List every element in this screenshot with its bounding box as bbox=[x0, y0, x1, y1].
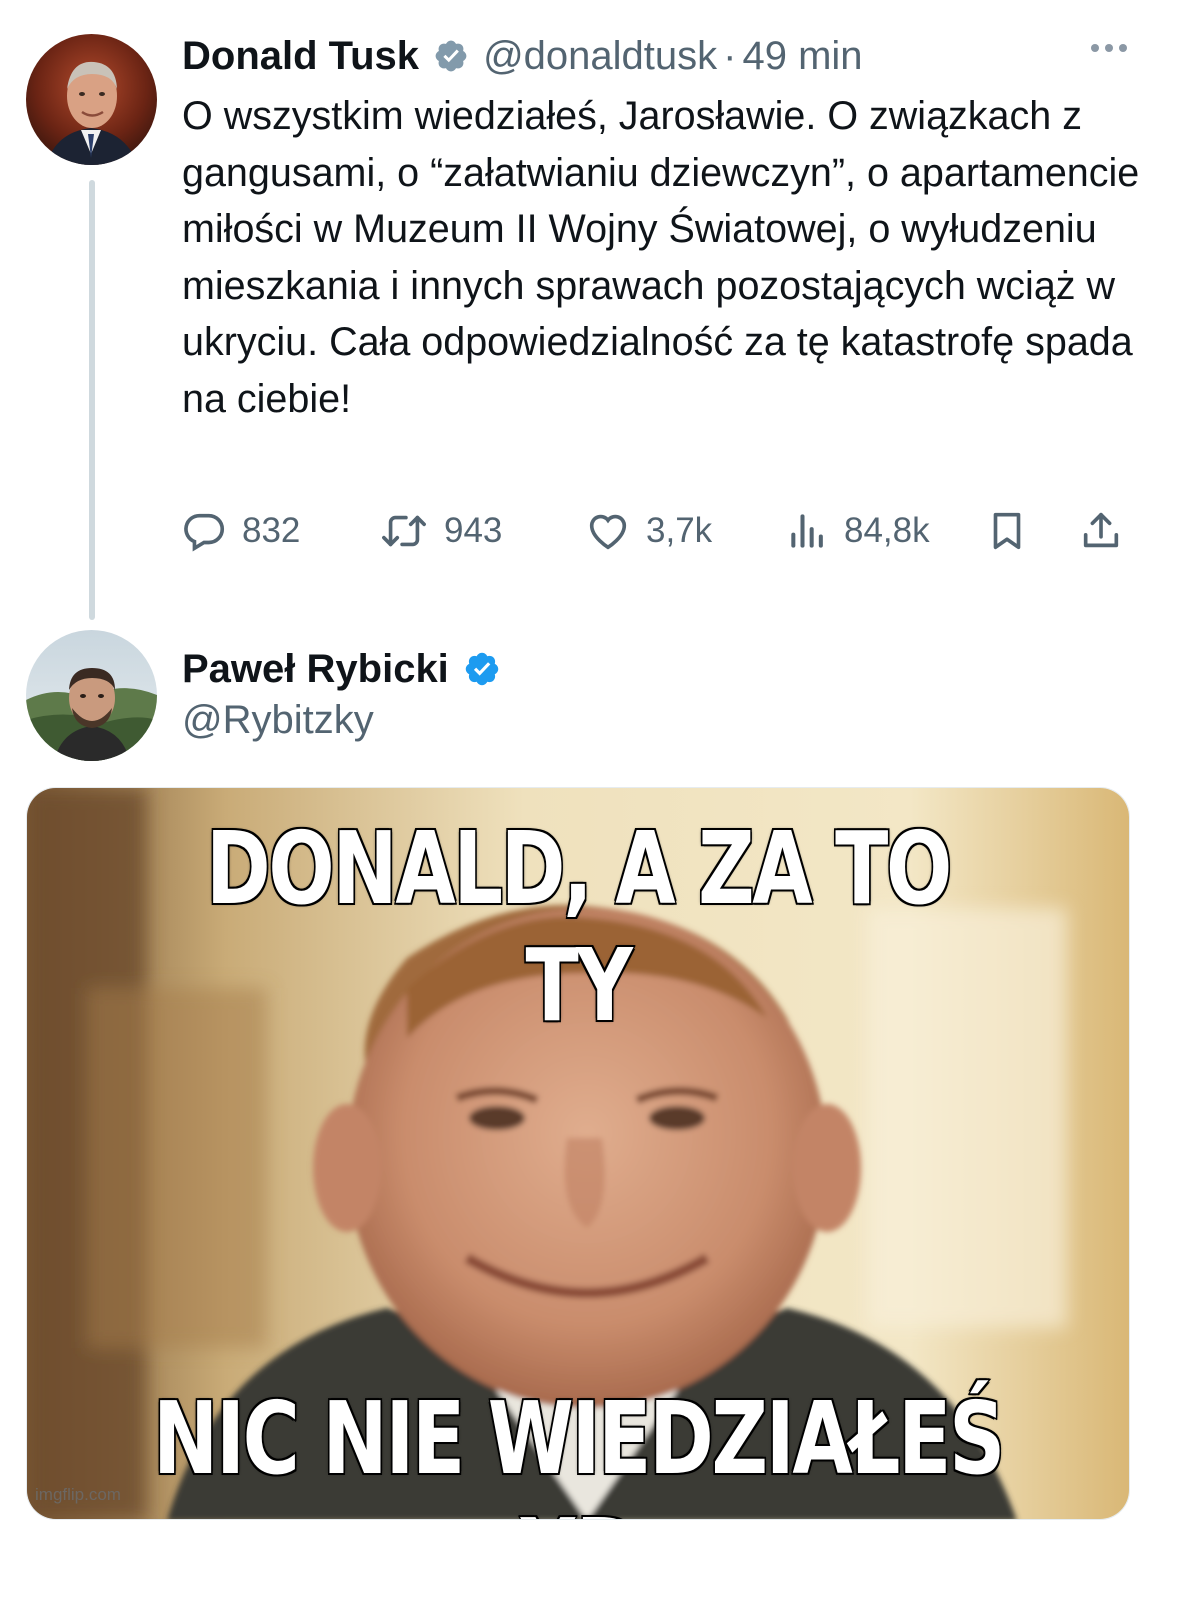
views-button[interactable]: 84,8k bbox=[786, 505, 930, 557]
meme-bottom-caption: NIC NIE WIEDZIAŁEŚ XD bbox=[152, 1379, 1007, 1520]
meme-image[interactable]: DONALD, A ZA TO TY NIC NIE WIEDZIAŁEŚ XD… bbox=[26, 787, 1130, 1520]
avatar-donald-tusk[interactable] bbox=[26, 34, 157, 165]
verified-icon[interactable] bbox=[433, 38, 469, 74]
tweet2-author-name-row: Paweł Rybicki bbox=[182, 642, 501, 696]
reply-count: 832 bbox=[242, 511, 301, 550]
author-handle[interactable]: @Rybitzky bbox=[182, 698, 374, 743]
share-button[interactable] bbox=[1078, 505, 1138, 557]
author-name[interactable]: Donald Tusk bbox=[182, 34, 419, 79]
author-name[interactable]: Paweł Rybicki bbox=[182, 647, 449, 692]
repost-button[interactable]: 943 bbox=[378, 505, 502, 557]
tweet1-text: O wszystkim wiedziałeś, Jarosławie. O zw… bbox=[182, 94, 1140, 421]
like-count: 3,7k bbox=[646, 511, 713, 550]
meme-top-caption: DONALD, A ZA TO TY bbox=[205, 809, 954, 1046]
tweet1-actions: 832 943 3,7k 84,8k bbox=[182, 505, 1132, 557]
verified-icon[interactable] bbox=[463, 650, 501, 688]
share-icon bbox=[1078, 508, 1124, 554]
bookmark-icon bbox=[984, 508, 1030, 554]
repost-count: 943 bbox=[444, 511, 503, 550]
more-icon[interactable] bbox=[1091, 44, 1127, 52]
author-handle[interactable]: @donaldtusk bbox=[483, 34, 717, 79]
timestamp[interactable]: 49 min bbox=[742, 34, 862, 79]
like-icon bbox=[584, 508, 632, 554]
reply-button[interactable]: 832 bbox=[182, 505, 300, 557]
repost-icon bbox=[378, 508, 430, 554]
views-count: 84,8k bbox=[844, 511, 930, 550]
bookmark-button[interactable] bbox=[984, 505, 1044, 557]
imgflip-watermark: imgflip.com bbox=[35, 1485, 121, 1504]
like-button[interactable]: 3,7k bbox=[584, 505, 712, 557]
tweet1-header: Donald Tusk @donaldtusk · 49 min bbox=[182, 30, 863, 82]
views-icon bbox=[786, 508, 830, 554]
avatar-pawel-rybicki[interactable] bbox=[26, 630, 157, 761]
thread-connector-line bbox=[89, 180, 95, 620]
reply-icon bbox=[182, 508, 228, 554]
separator-dot: · bbox=[723, 33, 737, 78]
